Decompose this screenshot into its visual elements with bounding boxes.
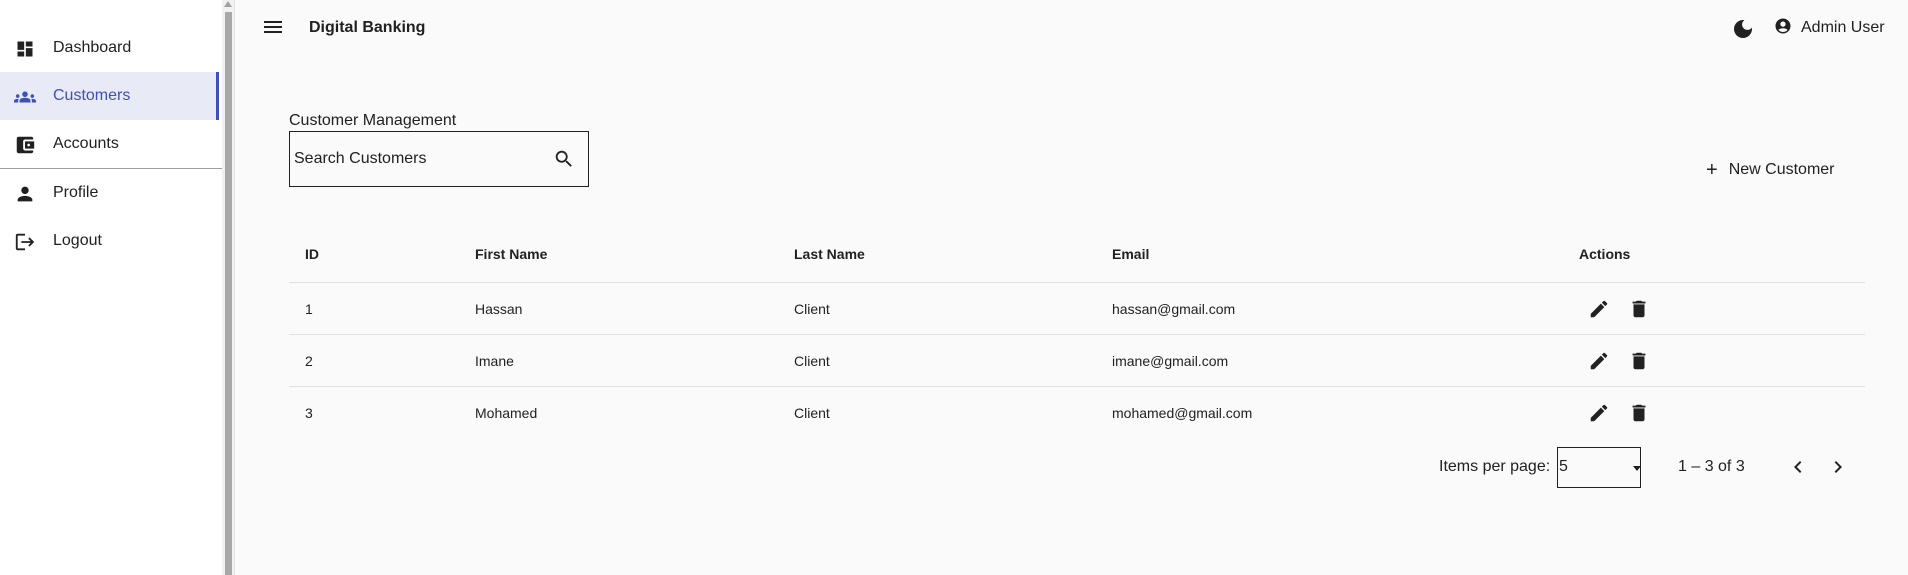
cell-first-name: Imane <box>475 352 514 369</box>
dashboard-icon <box>14 38 36 60</box>
app-title: Digital Banking <box>309 19 426 36</box>
person-icon <box>14 183 36 205</box>
cell-id: 2 <box>305 352 313 369</box>
page-range-label: 1 – 3 of 3 <box>1678 458 1745 475</box>
edit-icon[interactable] <box>1587 349 1611 373</box>
logout-icon <box>14 231 36 253</box>
menu-icon[interactable] <box>262 18 284 38</box>
previous-page-icon[interactable] <box>1786 455 1810 479</box>
sidebar-item-label: Profile <box>53 184 99 201</box>
items-per-page-label: Items per page: <box>1439 458 1551 475</box>
cell-first-name: Mohamed <box>475 405 538 421</box>
row-actions <box>1587 335 1667 386</box>
cell-id: 1 <box>305 300 313 317</box>
next-page-icon[interactable] <box>1826 455 1850 479</box>
scroll-thumb[interactable] <box>225 12 232 575</box>
table-row: 1 Hassan Client hassan@gmail.com <box>289 283 1865 335</box>
table-row: 3 Mohamed Client mohamed@gmail.com <box>289 387 1865 439</box>
header-id[interactable]: ID <box>305 226 319 282</box>
customers-table: ID First Name Last Name Email Actions 1 … <box>289 226 1865 439</box>
row-actions <box>1587 387 1667 439</box>
sidebar-item-customers[interactable]: Customers <box>0 72 219 120</box>
page-size-value: 5 <box>1559 458 1568 475</box>
new-customer-button[interactable]: + New Customer <box>1706 156 1835 184</box>
user-menu-button[interactable]: Admin User <box>1774 16 1885 40</box>
header-email[interactable]: Email <box>1112 226 1149 282</box>
header-actions: Actions <box>1579 246 1631 262</box>
sidebar-item-label: Logout <box>53 232 102 249</box>
new-customer-label: New Customer <box>1728 161 1835 178</box>
sidebar-item-accounts[interactable]: Accounts <box>0 120 222 168</box>
sidebar-item-label: Customers <box>53 87 131 104</box>
cell-email: imane@gmail.com <box>1112 352 1229 369</box>
cell-last-name: Client <box>794 352 830 369</box>
cell-last-name: Client <box>794 405 830 421</box>
header-last-name[interactable]: Last Name <box>794 226 865 282</box>
chevron-down-icon <box>1633 466 1641 471</box>
search-field[interactable] <box>289 131 589 187</box>
delete-icon[interactable] <box>1627 401 1651 425</box>
edit-icon[interactable] <box>1587 401 1611 425</box>
search-icon[interactable] <box>553 148 575 170</box>
account-circle-icon <box>1774 17 1792 40</box>
group-icon <box>14 86 36 108</box>
cell-email: mohamed@gmail.com <box>1112 405 1253 421</box>
sidebar: Dashboard Customers Accounts Profile Log… <box>0 0 222 575</box>
sidebar-item-label: Dashboard <box>53 39 132 56</box>
sidebar-item-label: Accounts <box>53 135 119 152</box>
header-first-name[interactable]: First Name <box>475 226 547 282</box>
sidebar-item-profile[interactable]: Profile <box>0 169 222 217</box>
row-actions <box>1587 283 1667 334</box>
cell-email: hassan@gmail.com <box>1112 300 1236 317</box>
sidebar-item-logout[interactable]: Logout <box>0 217 222 265</box>
edit-icon[interactable] <box>1587 297 1611 321</box>
search-input[interactable] <box>294 132 554 186</box>
sidebar-item-dashboard[interactable]: Dashboard <box>0 24 222 72</box>
add-icon: + <box>1706 159 1718 181</box>
content-divider <box>234 0 235 575</box>
cell-id: 3 <box>305 405 313 421</box>
page-title: Customer Management <box>289 112 457 129</box>
wallet-icon <box>14 134 36 156</box>
page-size-select[interactable]: 5 <box>1557 447 1641 488</box>
delete-icon[interactable] <box>1627 297 1651 321</box>
table-header: ID First Name Last Name Email Actions <box>289 226 1865 283</box>
scroll-up-arrow-icon[interactable] <box>224 1 232 7</box>
sidebar-scrollbar[interactable] <box>222 0 234 575</box>
dark-mode-icon[interactable] <box>1731 17 1755 41</box>
cell-first-name: Hassan <box>475 300 523 317</box>
user-name: Admin User <box>1801 19 1885 36</box>
table-row: 2 Imane Client imane@gmail.com <box>289 335 1865 387</box>
cell-last-name: Client <box>794 300 830 317</box>
delete-icon[interactable] <box>1627 349 1651 373</box>
